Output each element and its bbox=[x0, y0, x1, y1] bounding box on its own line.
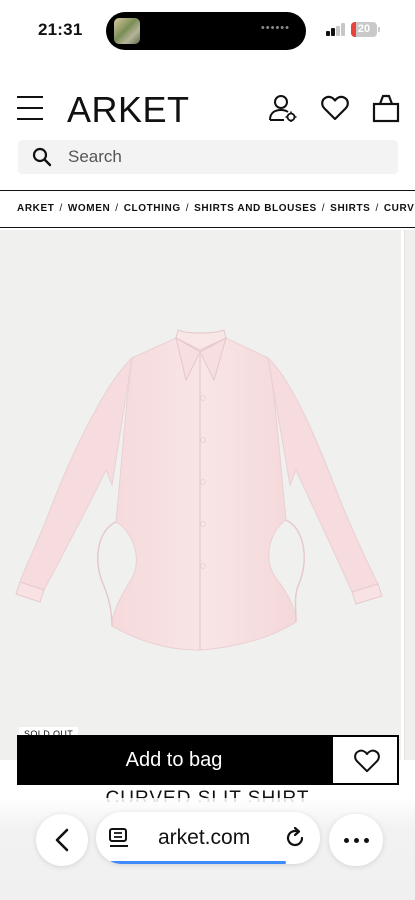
battery-cap bbox=[378, 27, 380, 32]
search-bar[interactable] bbox=[18, 140, 398, 174]
breadcrumb-separator: / bbox=[375, 203, 379, 214]
search-input[interactable] bbox=[68, 140, 378, 174]
breadcrumb-separator: / bbox=[185, 203, 190, 214]
reader-icon[interactable] bbox=[108, 827, 132, 849]
more-options-button[interactable] bbox=[329, 814, 383, 866]
brand-logo[interactable]: ARKET bbox=[67, 89, 190, 131]
heart-icon[interactable] bbox=[320, 94, 350, 122]
heart-icon bbox=[354, 749, 380, 773]
breadcrumb-item[interactable]: ARKET bbox=[17, 203, 54, 214]
cellular-signal-icon bbox=[326, 23, 346, 36]
address-bar[interactable]: arket.com bbox=[96, 812, 320, 864]
menu-icon[interactable] bbox=[17, 96, 43, 120]
breadcrumb-separator: / bbox=[321, 203, 326, 214]
breadcrumb-item[interactable]: CLOTHING bbox=[124, 203, 181, 214]
status-time: 21:31 bbox=[38, 20, 83, 39]
site-header: ARKET bbox=[0, 84, 415, 134]
breadcrumb-item[interactable]: WOMEN bbox=[68, 203, 110, 214]
next-image-peek[interactable] bbox=[404, 230, 415, 760]
breadcrumb-separator: / bbox=[59, 203, 63, 214]
breadcrumb-item[interactable]: SHIRTS AND BLOUSES bbox=[194, 203, 317, 214]
bag-icon[interactable] bbox=[371, 93, 401, 123]
breadcrumb-item[interactable]: CURVED bbox=[384, 203, 415, 214]
breadcrumb: ARKET / WOMEN / CLOTHING / SHIRTS AND BLOUSES /… bbox=[0, 190, 415, 228]
search-icon bbox=[32, 147, 52, 167]
status-bar: 21:31 •••••• 20 bbox=[0, 0, 415, 62]
island-activity-icon: •••••• bbox=[260, 22, 290, 34]
account-icon[interactable] bbox=[268, 94, 298, 123]
reload-icon[interactable] bbox=[283, 826, 307, 850]
add-to-wishlist-button[interactable] bbox=[331, 735, 399, 785]
product-image[interactable] bbox=[0, 230, 401, 760]
purchase-actions: Add to bag bbox=[17, 735, 399, 785]
dynamic-island[interactable]: •••••• bbox=[106, 12, 306, 50]
back-button[interactable] bbox=[36, 814, 88, 866]
battery-level: 20 bbox=[357, 23, 371, 35]
breadcrumb-separator: / bbox=[115, 203, 119, 214]
breadcrumb-item[interactable]: SHIRTS bbox=[330, 203, 370, 214]
shirt-illustration bbox=[15, 329, 383, 651]
battery-icon: 20 bbox=[351, 22, 377, 37]
chevron-left-icon bbox=[55, 828, 69, 852]
product-gallery[interactable]: SOLD OUT bbox=[0, 230, 415, 760]
page-load-progress bbox=[110, 861, 287, 864]
browser-toolbar: arket.com bbox=[0, 798, 415, 900]
add-to-bag-button[interactable]: Add to bag bbox=[17, 735, 331, 785]
url-text[interactable]: arket.com bbox=[158, 826, 250, 850]
now-playing-thumbnail bbox=[114, 18, 140, 44]
